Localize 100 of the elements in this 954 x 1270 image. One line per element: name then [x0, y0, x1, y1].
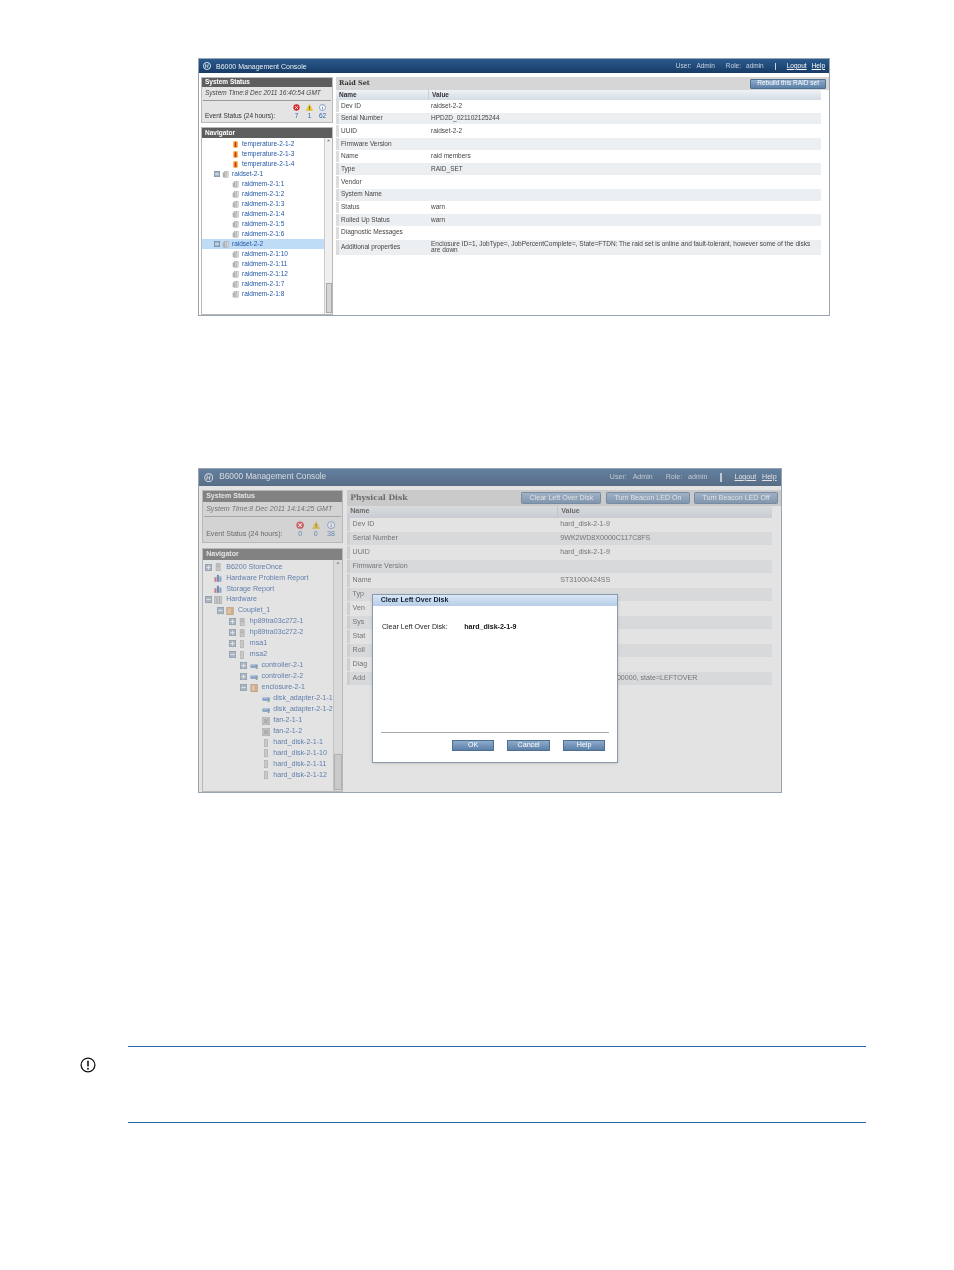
table-cell: Add	[352, 674, 366, 682]
column-header[interactable]: Name	[346, 505, 557, 518]
column-header[interactable]: Value	[556, 505, 772, 518]
dialog-button[interactable]: Help	[562, 739, 606, 752]
table-cell: Firmware Version	[352, 562, 408, 570]
tree-item[interactable]: disk_adapter-2-1-1	[202, 693, 333, 705]
table-cell: Stat	[352, 632, 366, 640]
tree-item[interactable]: fan-2-1-2	[202, 726, 333, 738]
disk-stack-icon	[222, 170, 229, 178]
scrollbar-thumb[interactable]	[334, 754, 342, 790]
tree-item[interactable]: controller-2-1	[202, 660, 333, 672]
tree-item[interactable]: B6200 StoreOnce	[202, 561, 333, 573]
warning-icon	[306, 103, 313, 111]
disk-stack-icon	[232, 290, 239, 298]
dialog-button[interactable]: Cancel	[507, 739, 550, 752]
tree-item[interactable]: hp89tra03c272-2	[202, 627, 333, 639]
error-icon	[296, 520, 305, 529]
app-title: B6000 Management Console	[219, 473, 327, 482]
role-name: admin	[688, 473, 708, 481]
disk-stack-icon	[232, 250, 239, 258]
tree-item[interactable]: hard_disk-2-1-11	[202, 759, 333, 771]
table-cell: Dev ID	[352, 520, 375, 528]
cabinet-icon	[214, 595, 223, 605]
server-icon	[238, 617, 247, 627]
cabinet-icon	[226, 606, 235, 616]
dialog-button[interactable]: OK	[451, 739, 495, 752]
card-icon	[249, 661, 259, 670]
scroll-up-icon	[335, 560, 341, 567]
table-cell: Ven	[352, 604, 365, 612]
event-count[interactable]: 0	[298, 531, 303, 539]
fan-icon	[261, 727, 270, 736]
user-label: User:	[609, 473, 627, 481]
field-value: hard_disk-2-1-9	[464, 623, 517, 631]
field-label: Clear Left Over Disk:	[381, 623, 448, 631]
disk-stack-icon	[232, 220, 239, 228]
tree-item[interactable]: hard_disk-2-1-10	[202, 748, 333, 760]
disk-stack-icon	[232, 190, 239, 198]
card-icon	[261, 694, 270, 703]
disk-stack-icon	[222, 240, 229, 248]
event-count[interactable]: 0	[313, 531, 318, 539]
disk-stack-icon	[232, 180, 239, 188]
scrollbar[interactable]	[332, 560, 343, 791]
table-cell: ST31000424SS	[560, 576, 611, 584]
role-label: Role:	[665, 473, 683, 481]
disk-stack-icon	[232, 270, 239, 278]
event-count[interactable]: 38	[327, 531, 335, 539]
tree-item[interactable]: Hardware	[202, 594, 333, 606]
card-icon	[249, 672, 259, 681]
info-icon	[326, 520, 336, 529]
table-cell: Serial Number	[352, 534, 398, 542]
table-cell: Typ	[352, 590, 365, 598]
table-cell: hard_disk-2-1-9	[560, 520, 610, 528]
thermometer-icon	[232, 150, 239, 158]
scrollbar-thumb[interactable]	[325, 283, 332, 313]
tree-item[interactable]: msa2	[202, 649, 333, 661]
action-button[interactable]: Turn Beacon LED On	[606, 492, 690, 504]
server-icon	[214, 563, 223, 572]
tree-item[interactable]: Storage Report	[202, 583, 333, 595]
dialog-title: Clear Left Over Disk	[372, 595, 618, 606]
table-cell: hard_disk-2-1-9	[560, 548, 610, 556]
header-link[interactable]: Help	[762, 473, 777, 481]
table-cell: Name	[352, 576, 372, 584]
tree-item[interactable]: msa1	[202, 638, 333, 650]
thermometer-icon	[232, 140, 239, 148]
disk-stack-icon	[232, 280, 239, 288]
scrollbar[interactable]	[324, 138, 332, 314]
thermometer-icon	[232, 160, 239, 168]
tree-item[interactable]: hard_disk-2-1-1	[202, 737, 333, 749]
tree-item[interactable]: fan-2-1-1	[202, 715, 333, 727]
tree-item[interactable]: hp89tra03c272-1	[202, 616, 333, 628]
action-button[interactable]: Turn Beacon LED Off	[694, 492, 778, 504]
table-cell: Sys	[352, 618, 365, 626]
warning-icon	[311, 520, 320, 529]
bar-chart-icon	[214, 573, 223, 583]
table-cell: UUID	[352, 548, 370, 556]
tree-item[interactable]: enclosure-2-1	[202, 682, 333, 694]
tree-item[interactable]: controller-2-2	[202, 671, 333, 683]
card-icon	[261, 705, 270, 714]
system-time: System Time:8 Dec 2011 14:14:25 GMT	[203, 502, 341, 518]
disk-stack-icon	[232, 210, 239, 218]
tree-item[interactable]: Couplet_1	[202, 605, 333, 617]
tree-item[interactable]: hard_disk-2-1-12	[202, 770, 333, 781]
tree-item[interactable]: disk_adapter-2-1-2	[202, 704, 333, 716]
panel-title: Navigator	[202, 548, 343, 561]
bar-chart-icon	[214, 584, 223, 594]
cabinet-icon	[249, 683, 259, 692]
disk-stack-icon	[232, 260, 239, 268]
panel-title: System Status	[202, 491, 343, 503]
important-icon	[80, 1057, 96, 1073]
logo-icon	[203, 62, 211, 70]
server-icon	[238, 628, 247, 638]
table-cell: Roll	[352, 646, 365, 654]
action-button[interactable]: Clear Left Over Disk	[521, 492, 602, 504]
disk-stack-icon	[232, 230, 239, 238]
tree-item[interactable]: Hardware Problem Report	[202, 572, 333, 584]
user-name: Admin	[632, 473, 653, 481]
logo-icon	[203, 472, 214, 483]
header-link[interactable]: Logout	[734, 473, 757, 481]
info-icon	[319, 103, 326, 111]
fan-icon	[261, 716, 270, 725]
